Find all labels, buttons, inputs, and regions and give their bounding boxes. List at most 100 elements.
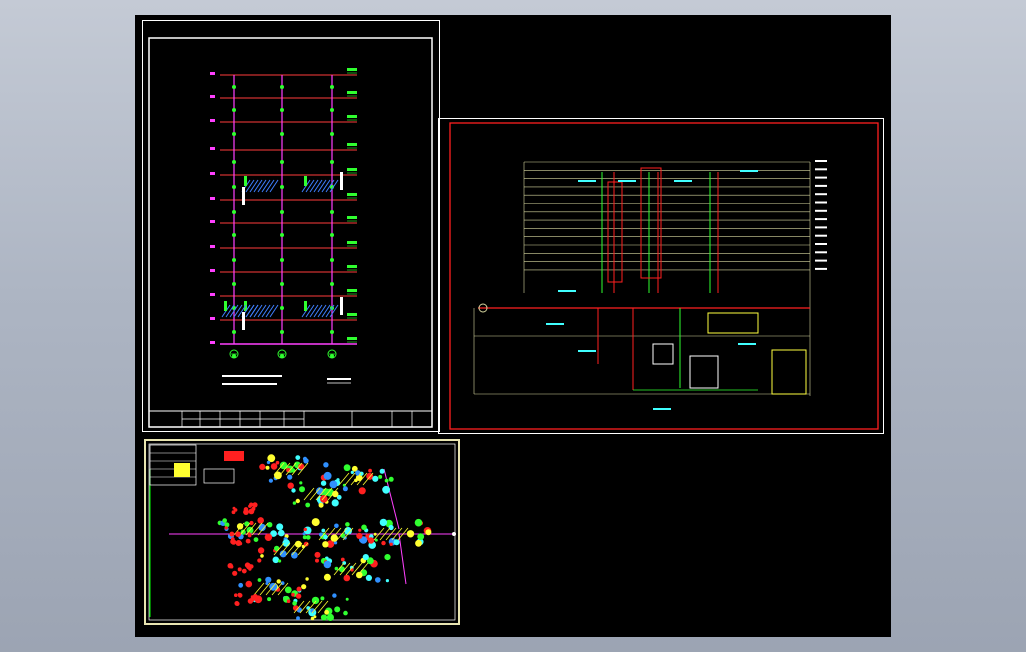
fixture-blob [272, 556, 280, 564]
sheet-plan-layout[interactable] [144, 439, 460, 625]
equipment-room [771, 349, 807, 395]
fixture-blob [379, 518, 388, 527]
pipe-run [253, 582, 265, 596]
elevation-tag [347, 143, 357, 146]
sheet-riser-diagram[interactable] [142, 20, 440, 432]
annotation-label [578, 350, 596, 352]
riser-valve [232, 185, 236, 189]
fixture-hatch [309, 179, 319, 193]
elevation-tag [347, 68, 357, 71]
fixture-blob [322, 541, 329, 548]
fixture-blob [287, 474, 293, 480]
riser-valve [280, 306, 284, 310]
riser-valve [330, 160, 334, 164]
annotation-label [618, 180, 636, 182]
level-label [815, 259, 827, 262]
sheet-system-diagram[interactable] [438, 118, 884, 434]
fixture-blob [276, 523, 284, 531]
fixture-blob [299, 481, 303, 485]
riser-valve [330, 330, 334, 334]
fixture-blob [315, 558, 319, 563]
red-fixture [231, 510, 236, 515]
fixture-hatch [245, 304, 255, 318]
fixture-blob [393, 539, 400, 546]
fixture-hatch [225, 304, 235, 318]
riser-valve [330, 258, 334, 262]
fixture-blob [257, 517, 264, 524]
riser-loop [607, 181, 623, 283]
fixture-blob [306, 535, 311, 540]
fixture-blob [245, 580, 253, 588]
fixture-blob [313, 615, 317, 619]
fixture-blob [345, 522, 350, 527]
fixture-blob [303, 458, 309, 464]
branch-line [398, 533, 407, 585]
annotation-label [674, 180, 692, 182]
floor-label-mark [210, 72, 215, 75]
fixture-blob [296, 616, 300, 620]
level-label [815, 218, 827, 221]
riser-valve [232, 132, 236, 136]
fixture-hatch [249, 304, 259, 318]
floor-label-mark [210, 317, 215, 320]
level-label [815, 160, 827, 162]
riser-valve [280, 330, 284, 334]
equipment-box [689, 355, 719, 389]
fixture-blob [257, 547, 265, 554]
red-fixture [252, 594, 258, 599]
fixture-blob [356, 532, 363, 539]
riser-valve [280, 258, 284, 262]
fixture-hatch [313, 304, 323, 318]
equipment-room [707, 312, 759, 334]
fixture-blob [257, 558, 262, 563]
fixture-blob [295, 498, 300, 504]
fixture-blob [362, 554, 369, 561]
fixture-hatch [245, 179, 255, 193]
fixture-blob [311, 518, 320, 527]
fixture-blob [342, 486, 348, 492]
fixture-blob [372, 475, 379, 482]
dimension-text [340, 172, 343, 190]
fixture-tag [244, 176, 247, 186]
fixture-blob [276, 579, 281, 584]
level-label [815, 184, 827, 187]
riser-valve [280, 282, 284, 286]
floor-label-mark [210, 269, 215, 272]
drawing-canvas[interactable] [135, 15, 891, 637]
riser-valve [232, 210, 236, 214]
fixture-blob [270, 463, 278, 470]
fixture-blob [296, 586, 302, 592]
level-label [815, 267, 827, 270]
level-label [815, 201, 827, 204]
elevation-tag [347, 265, 357, 268]
fixture-blob [382, 485, 390, 494]
red-fixture [232, 570, 238, 576]
fixture-hatch [265, 304, 275, 318]
elevation-tag [347, 115, 357, 118]
fixture-blob [361, 524, 367, 531]
elevation-tag [347, 337, 357, 340]
red-fixture [245, 538, 251, 544]
fixture-blob [259, 463, 266, 470]
fixture-blob [414, 518, 423, 527]
red-fixture [247, 533, 252, 538]
floor-label-mark [210, 293, 215, 296]
fixture-blob [268, 478, 273, 483]
fixture-hatch [313, 179, 323, 193]
riser-valve [330, 108, 334, 112]
fixture-blob [356, 571, 363, 579]
fixture-blob [305, 577, 309, 581]
legend-note [203, 468, 235, 484]
fixture-blob [326, 613, 334, 621]
fixture-blob [332, 593, 337, 598]
riser-valve [232, 258, 236, 262]
fixture-blob [249, 520, 254, 526]
fixture-blob [291, 551, 298, 559]
red-fixture [237, 592, 242, 597]
fixture-blob [320, 480, 327, 486]
dimension-text [340, 297, 343, 315]
dimension-text [242, 187, 245, 205]
fixture-blob [295, 455, 301, 460]
fixture-blob [266, 460, 271, 465]
fixture-blob [365, 574, 372, 581]
